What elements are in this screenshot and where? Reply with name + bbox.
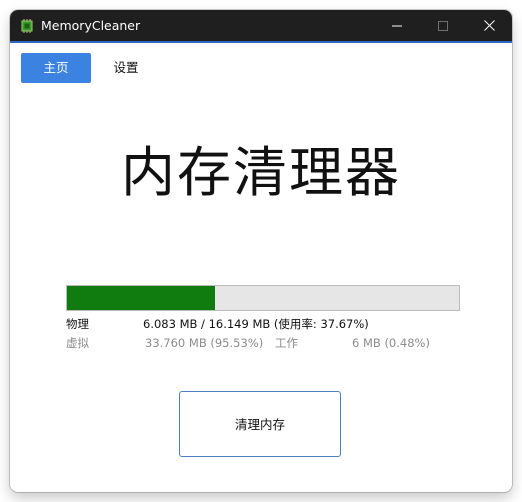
minimize-icon [392, 16, 402, 35]
clean-memory-button[interactable]: 清理内存 [179, 391, 341, 457]
virtual-label: 虚拟 [66, 336, 89, 350]
maximize-icon [438, 16, 448, 35]
nav-settings-tab[interactable]: 设置 [101, 53, 151, 83]
window-title: MemoryCleaner [41, 18, 141, 33]
physical-value: 6.083 MB / 16.149 MB (使用率: 37.67%) [143, 317, 369, 331]
physical-label: 物理 [66, 317, 89, 331]
virtual-value: 33.760 MB (95.53%) [145, 336, 264, 350]
app-window: MemoryCleaner 主页 设置 内存清理器 物理 6.083 MB / … [10, 10, 512, 492]
memory-chip-icon [20, 18, 34, 33]
maximize-button[interactable] [420, 10, 466, 41]
page-title: 内存清理器 [121, 141, 401, 204]
close-icon [483, 16, 495, 35]
title-bar[interactable]: MemoryCleaner [10, 10, 512, 41]
minimize-button[interactable] [374, 10, 420, 41]
memory-usage-progress-bar [66, 285, 460, 311]
close-button[interactable] [466, 10, 512, 41]
desktop: MemoryCleaner 主页 设置 内存清理器 物理 6.083 MB / … [0, 0, 522, 502]
title-bar-accent-line [10, 41, 512, 43]
memory-usage-progress-fill [67, 286, 215, 310]
working-value: 6 MB (0.48%) [352, 336, 430, 350]
nav-home-tab[interactable]: 主页 [21, 53, 91, 83]
working-label: 工作 [275, 336, 298, 350]
